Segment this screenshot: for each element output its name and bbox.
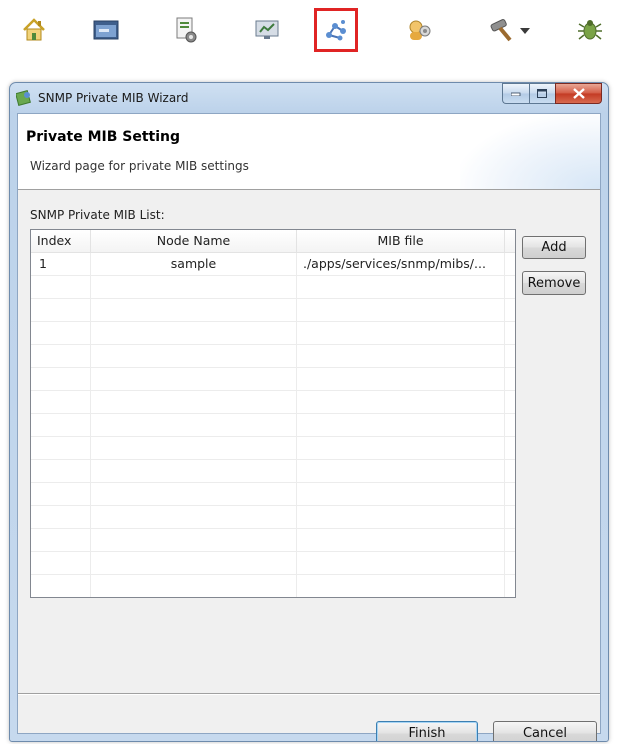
column-header-mib-file[interactable]: MIB file — [297, 230, 505, 252]
dialog-client-area: Private MIB Setting Wizard page for priv… — [17, 113, 601, 741]
empty-row — [31, 506, 515, 529]
table-header: Index Node Name MIB file — [31, 230, 515, 253]
empty-row — [31, 460, 515, 483]
window-controls — [502, 83, 602, 104]
empty-row — [31, 575, 515, 597]
network-icon[interactable] — [314, 8, 358, 52]
maximize-icon — [537, 88, 547, 98]
table-row[interactable]: 1 sample ./apps/services/snmp/mibs/... — [31, 253, 515, 276]
mib-list-label: SNMP Private MIB List: — [30, 208, 165, 222]
column-header-index[interactable]: Index — [31, 230, 91, 252]
monitor-icon[interactable] — [246, 8, 290, 52]
empty-row — [31, 276, 515, 299]
banner-decoration — [460, 114, 600, 189]
add-button[interactable]: Add — [522, 236, 586, 259]
users-icon[interactable] — [398, 8, 442, 52]
home-icon[interactable] — [12, 8, 56, 52]
minimize-button[interactable] — [502, 83, 529, 104]
cell-index: 1 — [31, 253, 91, 276]
finish-button[interactable]: Finish — [376, 721, 478, 741]
title-bar[interactable]: SNMP Private MIB Wizard — [10, 83, 608, 113]
cell-node-name: sample — [91, 253, 297, 276]
close-icon — [572, 88, 585, 99]
close-button[interactable] — [555, 83, 602, 104]
remove-button[interactable]: Remove — [522, 271, 586, 295]
footer-separator — [18, 693, 600, 695]
wizard-app-icon — [15, 90, 32, 109]
cell-mib-file: ./apps/services/snmp/mibs/... — [297, 253, 505, 276]
empty-row — [31, 368, 515, 391]
page-description: Wizard page for private MIB settings — [30, 159, 249, 173]
maximize-button[interactable] — [529, 83, 555, 104]
document-settings-icon[interactable] — [164, 8, 208, 52]
page-title: Private MIB Setting — [26, 129, 181, 145]
wizard-dialog: SNMP Private MIB Wizard Private MIB Sett… — [9, 82, 609, 742]
empty-row — [31, 552, 515, 575]
table-body: 1 sample ./apps/services/snmp/mibs/... — [31, 253, 515, 597]
empty-row — [31, 529, 515, 552]
bug-icon[interactable] — [568, 8, 612, 52]
wizard-banner: Private MIB Setting Wizard page for priv… — [18, 114, 600, 190]
empty-row — [31, 345, 515, 368]
empty-row — [31, 437, 515, 460]
empty-row — [31, 483, 515, 506]
cancel-button[interactable]: Cancel — [493, 721, 597, 741]
toolbar — [0, 0, 618, 60]
empty-row — [31, 322, 515, 345]
empty-row — [31, 391, 515, 414]
empty-row — [31, 299, 515, 322]
mib-table[interactable]: Index Node Name MIB file 1 sample ./apps… — [30, 229, 516, 598]
minimize-icon — [511, 92, 521, 96]
hammer-dropdown-icon[interactable] — [478, 8, 544, 52]
column-header-node-name[interactable]: Node Name — [91, 230, 297, 252]
dialog-title: SNMP Private MIB Wizard — [38, 91, 189, 105]
terminal-icon[interactable] — [84, 8, 128, 52]
empty-row — [31, 414, 515, 437]
